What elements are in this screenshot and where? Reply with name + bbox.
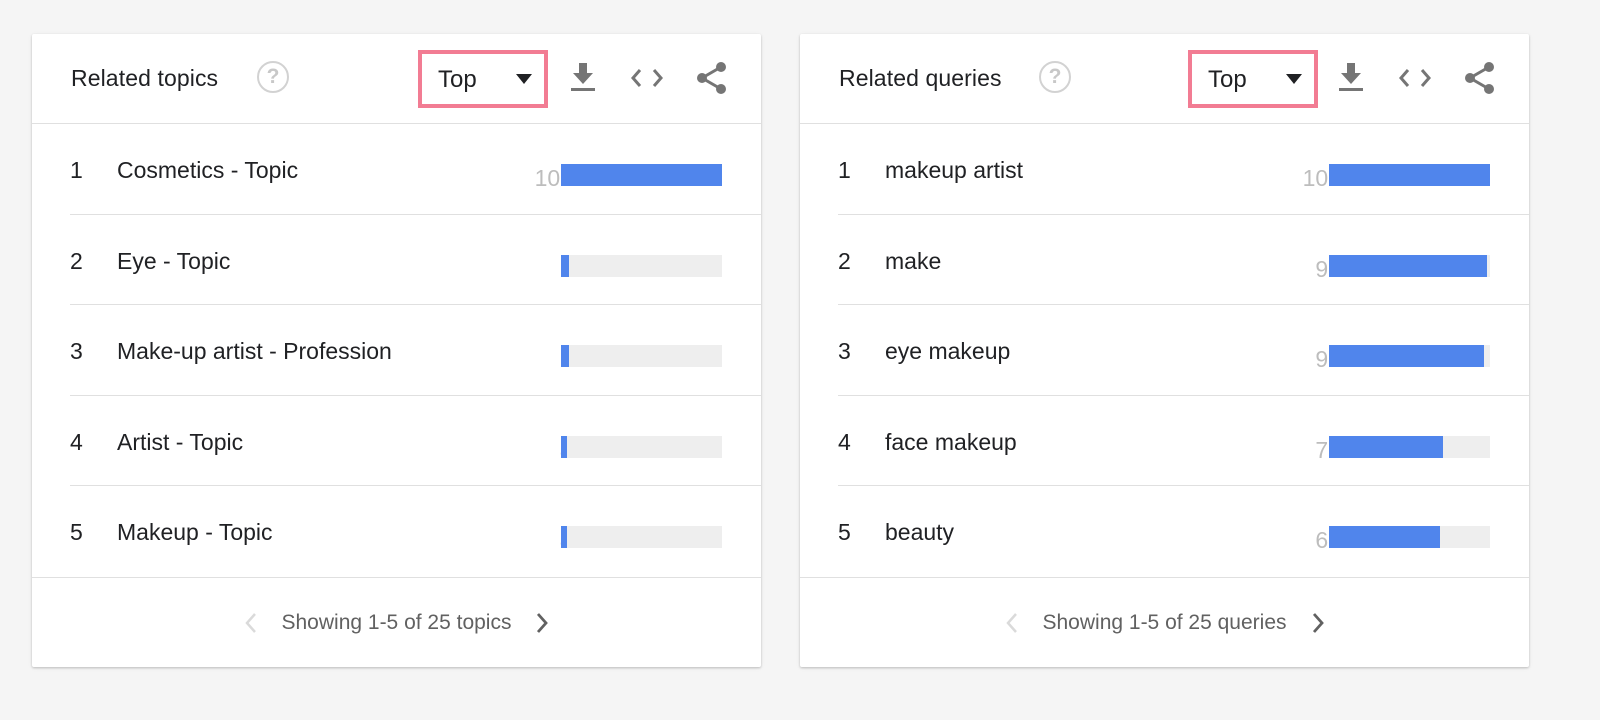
- row-rank: 3: [838, 338, 851, 364]
- pagination-text: Showing 1-5 of 25 topics: [281, 611, 512, 634]
- bar-fill: [561, 435, 568, 458]
- list-item[interactable]: 4 face makeup 71: [838, 396, 1529, 486]
- bar-track: [561, 254, 722, 277]
- bar-fill: [1329, 254, 1487, 277]
- bar-track: [561, 526, 722, 548]
- bar-fill: [561, 164, 722, 186]
- bar-fill: [1329, 345, 1484, 367]
- dropdown-selected-value: Top: [438, 66, 477, 93]
- bar-track: [1329, 164, 1490, 186]
- pagination: Showing 1-5 of 25 queries: [800, 611, 1529, 635]
- bar-track: [1329, 526, 1490, 548]
- row-label[interactable]: eye makeup: [885, 338, 1010, 365]
- queries-list: 1 makeup artist 100 2 make 98 3 eye make…: [800, 124, 1529, 577]
- chevron-left-icon[interactable]: [244, 612, 258, 634]
- bar-fill: [561, 345, 570, 367]
- related-queries-card: Related queries ? Top 1 makeup artist 10…: [800, 34, 1529, 667]
- bar-track: [561, 345, 722, 367]
- row-label[interactable]: Eye - Topic: [117, 248, 230, 275]
- pagination-text: Showing 1-5 of 25 queries: [1042, 611, 1287, 634]
- row-label[interactable]: makeup artist: [885, 157, 1023, 184]
- type-dropdown[interactable]: Top: [1188, 50, 1318, 108]
- card-title: Related topics: [71, 65, 219, 91]
- list-item[interactable]: 5 beauty 69: [838, 486, 1529, 577]
- bar-fill: [561, 526, 568, 548]
- code-embed-icon[interactable]: [1398, 61, 1432, 95]
- row-rank: 5: [70, 519, 83, 545]
- row-rank: 5: [838, 519, 851, 545]
- related-topics-card: Related topics ? Top 1 Cosmetics - Topic…: [32, 34, 761, 667]
- row-rank: 4: [70, 428, 83, 455]
- code-embed-icon[interactable]: [630, 61, 664, 95]
- row-label[interactable]: Make-up artist - Profession: [117, 338, 392, 365]
- bar-fill: [561, 254, 570, 277]
- row-label[interactable]: Artist - Topic: [117, 429, 243, 456]
- dropdown-selected-value: Top: [1208, 66, 1247, 93]
- row-rank: 4: [838, 428, 851, 455]
- bar-track: [1329, 254, 1490, 277]
- download-icon[interactable]: [566, 61, 600, 95]
- list-item[interactable]: 3 eye makeup 96: [838, 305, 1529, 396]
- card-title: Related queries: [839, 65, 1002, 91]
- row-rank: 3: [70, 338, 83, 364]
- list-item[interactable]: 5 Makeup - Topic 4: [70, 486, 761, 577]
- download-icon[interactable]: [1334, 61, 1368, 95]
- caret-down-icon: [516, 74, 532, 84]
- card-footer: Showing 1-5 of 25 topics: [32, 577, 761, 667]
- card-footer: Showing 1-5 of 25 queries: [800, 577, 1529, 667]
- row-label[interactable]: Makeup - Topic: [117, 519, 273, 546]
- chevron-left-icon[interactable]: [1005, 612, 1019, 634]
- bar-track: [561, 435, 722, 458]
- row-label[interactable]: make: [885, 248, 941, 275]
- help-circle-icon[interactable]: ?: [1039, 61, 1071, 93]
- share-icon[interactable]: [695, 61, 729, 95]
- row-rank: 2: [838, 247, 851, 274]
- card-header: Related queries ? Top: [800, 34, 1529, 124]
- caret-down-icon: [1286, 74, 1302, 84]
- chevron-right-icon[interactable]: [1311, 612, 1325, 634]
- bar-fill: [1329, 435, 1444, 458]
- list-item[interactable]: 3 Make-up artist - Profession 5: [70, 305, 761, 396]
- bar-fill: [1329, 164, 1490, 186]
- bar-track: [561, 164, 722, 186]
- list-item[interactable]: 2 Eye - Topic 5: [70, 215, 761, 305]
- chevron-right-icon[interactable]: [535, 612, 549, 634]
- share-icon[interactable]: [1463, 61, 1497, 95]
- bar-track: [1329, 435, 1490, 458]
- row-rank: 2: [70, 247, 83, 274]
- bar-fill: [1329, 526, 1441, 548]
- row-label[interactable]: Cosmetics - Topic: [117, 157, 298, 184]
- list-item[interactable]: 1 makeup artist 100: [838, 124, 1529, 215]
- list-item[interactable]: 2 make 98: [838, 215, 1529, 305]
- topics-list: 1 Cosmetics - Topic 100 2 Eye - Topic 5 …: [32, 124, 761, 577]
- list-item[interactable]: 4 Artist - Topic 4: [70, 396, 761, 486]
- row-label[interactable]: face makeup: [885, 429, 1017, 456]
- help-circle-icon[interactable]: ?: [257, 61, 289, 93]
- row-rank: 1: [70, 157, 83, 183]
- type-dropdown[interactable]: Top: [418, 50, 548, 108]
- bar-track: [1329, 345, 1490, 367]
- row-label[interactable]: beauty: [885, 519, 954, 546]
- card-header: Related topics ? Top: [32, 34, 761, 124]
- pagination: Showing 1-5 of 25 topics: [32, 611, 761, 635]
- list-item[interactable]: 1 Cosmetics - Topic 100: [70, 124, 761, 215]
- row-rank: 1: [838, 157, 851, 183]
